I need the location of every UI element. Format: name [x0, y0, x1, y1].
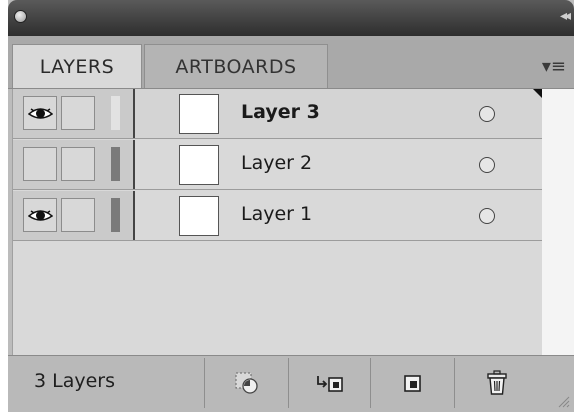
close-button[interactable] — [14, 10, 27, 23]
target-circle-icon[interactable] — [479, 157, 495, 173]
layer-row-1[interactable]: Layer 1 — [13, 191, 543, 241]
lock-toggle[interactable] — [61, 147, 95, 181]
visibility-toggle[interactable] — [23, 198, 57, 232]
layers-panel: ◂◂ LAYERS ARTBOARDS ▾≡ Layer 3 Layer 2 L… — [8, 0, 574, 412]
tab-bar: LAYERS ARTBOARDS ▾≡ — [8, 36, 574, 89]
layer-name[interactable]: Layer 1 — [241, 203, 312, 225]
panel-footer: 3 Layers — [8, 355, 574, 412]
layer-controls — [13, 89, 135, 138]
new-layer-icon — [403, 375, 421, 392]
layer-thumbnail — [179, 94, 219, 134]
layer-name[interactable]: Layer 2 — [241, 152, 312, 174]
eye-icon — [28, 210, 53, 221]
locate-object-icon — [235, 372, 258, 394]
locate-object-button[interactable] — [204, 358, 288, 408]
delete-icon — [486, 370, 507, 395]
scrollbar-track[interactable] — [542, 89, 574, 355]
layer-color-bar — [111, 96, 120, 130]
eye-icon — [28, 108, 53, 119]
target-circle-icon[interactable] — [479, 208, 495, 224]
layer-name[interactable]: Layer 3 — [241, 101, 320, 123]
layers-list: Layer 3 Layer 2 Layer 1 — [12, 89, 543, 355]
target-circle-icon[interactable] — [479, 106, 495, 122]
tab-artboards[interactable]: ARTBOARDS — [144, 44, 328, 88]
make-clipping-mask-button[interactable] — [288, 358, 370, 408]
delete-layer-button[interactable] — [454, 358, 538, 408]
layer-controls — [13, 191, 135, 240]
tab-layers[interactable]: LAYERS — [12, 44, 142, 88]
visibility-toggle[interactable] — [23, 96, 57, 130]
layer-row-3[interactable]: Layer 3 — [13, 89, 543, 139]
panel-titlebar: ◂◂ — [8, 0, 574, 36]
layer-count: 3 Layers — [34, 370, 116, 392]
collapse-panel-icon[interactable]: ◂◂ — [560, 8, 571, 24]
layer-thumbnail — [179, 145, 219, 185]
layer-row-2[interactable]: Layer 2 — [13, 140, 543, 190]
layer-controls — [13, 140, 135, 189]
resize-grip-icon[interactable] — [556, 394, 570, 408]
make-clipping-mask-icon — [316, 376, 343, 392]
new-layer-button[interactable] — [370, 358, 454, 408]
lock-toggle[interactable] — [61, 96, 95, 130]
visibility-toggle[interactable] — [23, 147, 57, 181]
lock-toggle[interactable] — [61, 198, 95, 232]
layer-thumbnail — [179, 196, 219, 236]
panel-menu-icon[interactable]: ▾≡ — [542, 56, 566, 77]
layer-color-bar — [111, 147, 120, 181]
layer-color-bar — [111, 198, 120, 232]
